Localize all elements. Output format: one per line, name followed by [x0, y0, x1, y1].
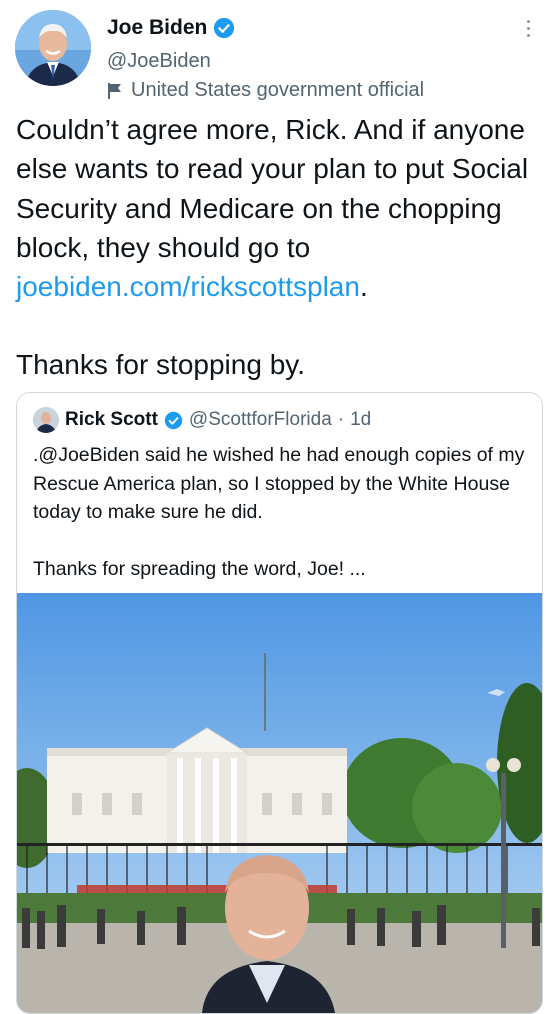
author-name-row[interactable]: Joe Biden: [107, 16, 235, 40]
tweet-header: Joe Biden @JoeBiden United States govern…: [0, 0, 559, 110]
quoted-photo[interactable]: [17, 593, 542, 1013]
quoted-author-name[interactable]: Rick Scott: [65, 409, 158, 431]
quoted-tweet-header: Rick Scott @ScottforFlorida · 1d: [33, 407, 371, 433]
meta-separator: ·: [337, 409, 345, 430]
tweet-text: Couldn’t agree more, Rick. And if anyone…: [16, 110, 551, 385]
author-name[interactable]: Joe Biden: [107, 16, 207, 40]
verified-badge-icon: [214, 17, 235, 39]
government-label-text: United States government official: [131, 79, 425, 101]
quoted-tweet-text: .@JoeBiden said he wished he had enough …: [33, 441, 528, 584]
quoted-author-handle[interactable]: @ScottforFlorida: [189, 409, 332, 431]
more-options-icon[interactable]: [527, 20, 533, 44]
tweet-paragraph-2: Thanks for stopping by.: [16, 349, 305, 381]
quoted-tweet[interactable]: Rick Scott @ScottforFlorida · 1d .@JoeBi…: [16, 392, 543, 1014]
verified-badge-icon: [164, 411, 183, 429]
quoted-paragraph-1: .@JoeBiden said he wished he had enough …: [33, 444, 525, 523]
author-handle[interactable]: @JoeBiden: [107, 50, 211, 73]
quoted-paragraph-2: Thanks for spreading the word, Joe! ...: [33, 558, 366, 580]
government-label[interactable]: United States government official: [107, 79, 424, 102]
quoted-timestamp[interactable]: 1d: [350, 409, 371, 431]
avatar[interactable]: [15, 10, 91, 86]
flag-icon: [108, 82, 121, 99]
tweet-link[interactable]: joebiden.com/rickscottsplan: [16, 271, 360, 302]
quoted-avatar: [33, 407, 59, 433]
tweet-paragraph-1: Couldn’t agree more, Rick. And if anyone…: [16, 114, 529, 303]
